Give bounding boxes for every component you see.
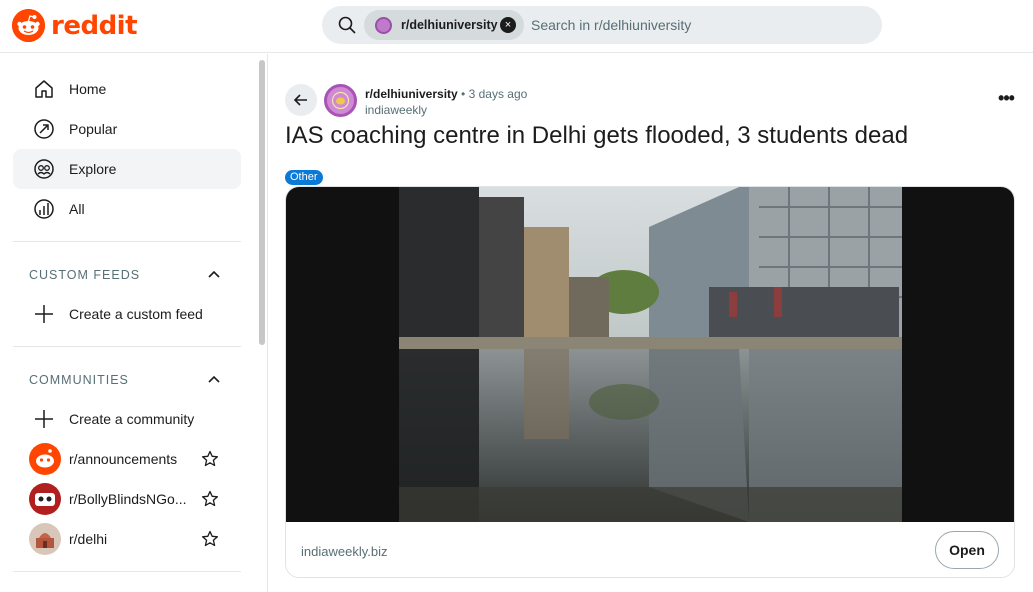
community-item-bollyblinds[interactable]: r/BollyBlindsNGo...: [13, 479, 241, 519]
sidebar-item-label: Popular: [69, 121, 118, 137]
link-bar: indiaweekly.biz Open: [286, 522, 1014, 577]
star-icon[interactable]: [201, 490, 219, 508]
plus-icon: [33, 408, 55, 430]
logo-wordmark: reddit: [51, 10, 138, 41]
sidebar-item-popular[interactable]: Popular: [13, 109, 241, 149]
subreddit-chip-avatar: [375, 16, 392, 34]
community-item-announcements[interactable]: r/announcements: [13, 439, 241, 479]
sidebar-item-label: All: [69, 201, 85, 217]
star-icon[interactable]: [201, 530, 219, 548]
post-image[interactable]: [286, 187, 1014, 522]
community-name: r/BollyBlindsNGo...: [69, 491, 187, 507]
arrow-left-icon: [293, 94, 307, 106]
sidebar-divider: [13, 571, 241, 572]
sidebar-item-explore[interactable]: Explore: [13, 149, 241, 189]
link-domain[interactable]: indiaweekly.biz: [301, 544, 387, 559]
explore-icon: [33, 158, 55, 180]
top-header: reddit r/delhiuniversity × Search in r/d…: [0, 0, 1033, 53]
sidebar-divider: [13, 241, 241, 242]
subreddit-link[interactable]: r/delhiuniversity: [365, 87, 458, 101]
community-name: r/announcements: [69, 451, 178, 467]
avatar: [29, 523, 61, 555]
custom-feeds-heading[interactable]: CUSTOM FEEDS: [29, 268, 140, 282]
all-icon: [33, 198, 55, 220]
link-card[interactable]: indiaweekly.biz Open: [285, 186, 1015, 578]
create-community-label: Create a community: [69, 411, 195, 427]
community-item-delhi[interactable]: r/delhi: [13, 519, 241, 559]
create-custom-feed-button[interactable]: Create a custom feed: [13, 294, 241, 334]
subreddit-search-chip: r/delhiuniversity ×: [364, 10, 524, 40]
subreddit-avatar[interactable]: [324, 84, 357, 117]
communities-heading[interactable]: COMMUNITIES: [29, 373, 129, 387]
sidebar-item-label: Explore: [69, 161, 117, 177]
avatar: [29, 483, 61, 515]
search-input[interactable]: Search in r/delhiuniversity: [531, 17, 691, 33]
search-bar[interactable]: r/delhiuniversity × Search in r/delhiuni…: [322, 6, 882, 44]
post-author[interactable]: indiaweekly: [365, 103, 427, 117]
reddit-snoo-icon: [12, 9, 45, 42]
more-options-icon[interactable]: •••: [992, 88, 1020, 112]
reddit-logo[interactable]: reddit: [12, 9, 138, 42]
create-community-button[interactable]: Create a community: [13, 399, 241, 439]
post-flair[interactable]: Other: [285, 170, 323, 185]
chevron-up-icon[interactable]: [206, 371, 222, 387]
sidebar-item-home[interactable]: Home: [13, 69, 241, 109]
avatar: [29, 443, 61, 475]
star-icon[interactable]: [201, 450, 219, 468]
popular-icon: [33, 118, 55, 140]
sidebar-item-all[interactable]: All: [13, 189, 241, 229]
flood-street-photo: [399, 187, 902, 522]
close-icon[interactable]: ×: [500, 17, 516, 33]
plus-icon: [33, 303, 55, 325]
search-icon: [338, 16, 356, 34]
create-custom-feed-label: Create a custom feed: [69, 306, 203, 322]
post-time: • 3 days ago: [461, 87, 528, 101]
subreddit-chip-label: r/delhiuniversity: [401, 18, 498, 32]
post-meta: r/delhiuniversity • 3 days ago: [365, 87, 527, 101]
home-icon: [33, 78, 55, 100]
sidebar-divider: [13, 346, 241, 347]
sidebar-scrollbar[interactable]: [259, 60, 265, 345]
chevron-up-icon[interactable]: [206, 266, 222, 282]
open-link-button[interactable]: Open: [935, 531, 999, 569]
sidebar-item-label: Home: [69, 81, 107, 97]
community-name: r/delhi: [69, 531, 108, 547]
back-button[interactable]: [285, 84, 317, 116]
post-title: IAS coaching centre in Delhi gets floode…: [285, 122, 909, 149]
